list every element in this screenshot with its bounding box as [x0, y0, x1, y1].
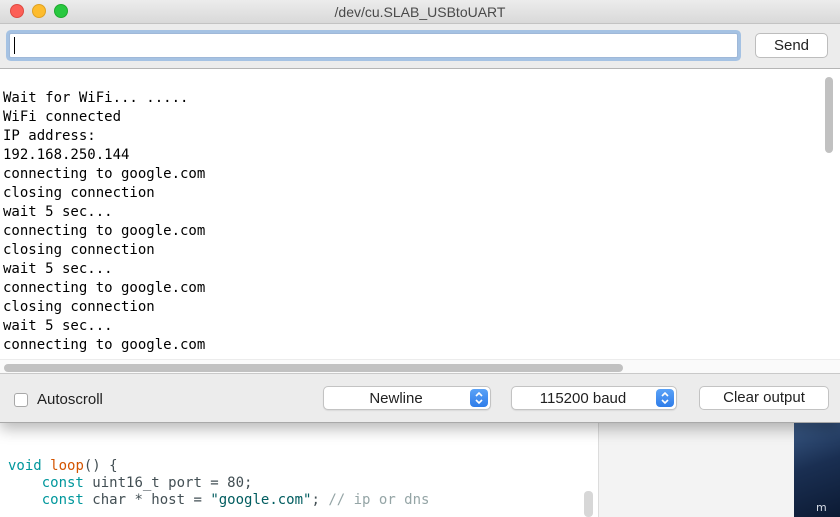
serial-output[interactable]: Wait for WiFi... ..... WiFi connected IP… [0, 68, 840, 374]
code-editor[interactable]: void loop() { const uint16_t port = 80; … [0, 423, 598, 517]
window-title: /dev/cu.SLAB_USBtoUART [334, 4, 506, 20]
code-lines: void loop() { const uint16_t port = 80; … [8, 458, 429, 509]
editor-scrollbar-thumb[interactable] [584, 491, 593, 517]
output-line: wait 5 sec... [3, 261, 113, 277]
output-lines: Wait for WiFi... ..... WiFi connected IP… [3, 89, 205, 355]
line-ending-select[interactable]: Newline [323, 386, 491, 410]
output-line: connecting to google.com [3, 223, 206, 239]
output-line: IP address: [3, 128, 96, 144]
output-line: wait 5 sec... [3, 204, 113, 220]
autoscroll-label[interactable]: Autoscroll [37, 391, 103, 408]
input-row: Send [0, 24, 840, 68]
vertical-scrollbar-thumb[interactable] [825, 77, 833, 153]
code-line: const uint16_t port = 80; [41, 475, 253, 491]
send-button[interactable]: Send [755, 33, 828, 58]
baud-rate-select[interactable]: 115200 baud [511, 386, 677, 410]
updown-chevron-icon [470, 389, 488, 407]
output-line: connecting to google.com [3, 280, 206, 296]
serial-input[interactable] [9, 33, 738, 58]
title-bar: /dev/cu.SLAB_USBtoUART [0, 0, 840, 24]
serial-monitor-window: /dev/cu.SLAB_USBtoUART Send Wait for WiF… [0, 0, 840, 423]
output-line: closing connection [3, 299, 155, 315]
output-line: connecting to google.com [3, 166, 206, 182]
output-line: 192.168.250.144 [3, 147, 130, 163]
baud-rate-value: 115200 baud [539, 390, 627, 407]
output-line: closing connection [3, 185, 155, 201]
code-line: const char * host = "google.com"; // ip … [41, 492, 430, 508]
line-ending-value: Newline [369, 390, 423, 407]
output-line: Wait for WiFi... ..... [3, 90, 189, 106]
bottom-toolbar: Autoscroll Newline 115200 baud Clear out… [0, 374, 840, 422]
background-panel [598, 423, 794, 517]
horizontal-scrollbar-thumb[interactable] [4, 364, 623, 372]
autoscroll-checkbox[interactable] [14, 393, 28, 407]
background-thumbnail: m [794, 423, 840, 517]
output-line: closing connection [3, 242, 155, 258]
thumbnail-text: m [816, 501, 827, 514]
updown-chevron-icon [656, 389, 674, 407]
clear-output-button[interactable]: Clear output [699, 386, 829, 410]
text-caret [14, 37, 15, 54]
output-line: WiFi connected [3, 109, 122, 125]
horizontal-scrollbar[interactable] [0, 359, 840, 373]
output-line: connecting to google.com [3, 337, 206, 353]
output-line: wait 5 sec... [3, 318, 113, 334]
code-line: void loop() { [8, 458, 118, 474]
